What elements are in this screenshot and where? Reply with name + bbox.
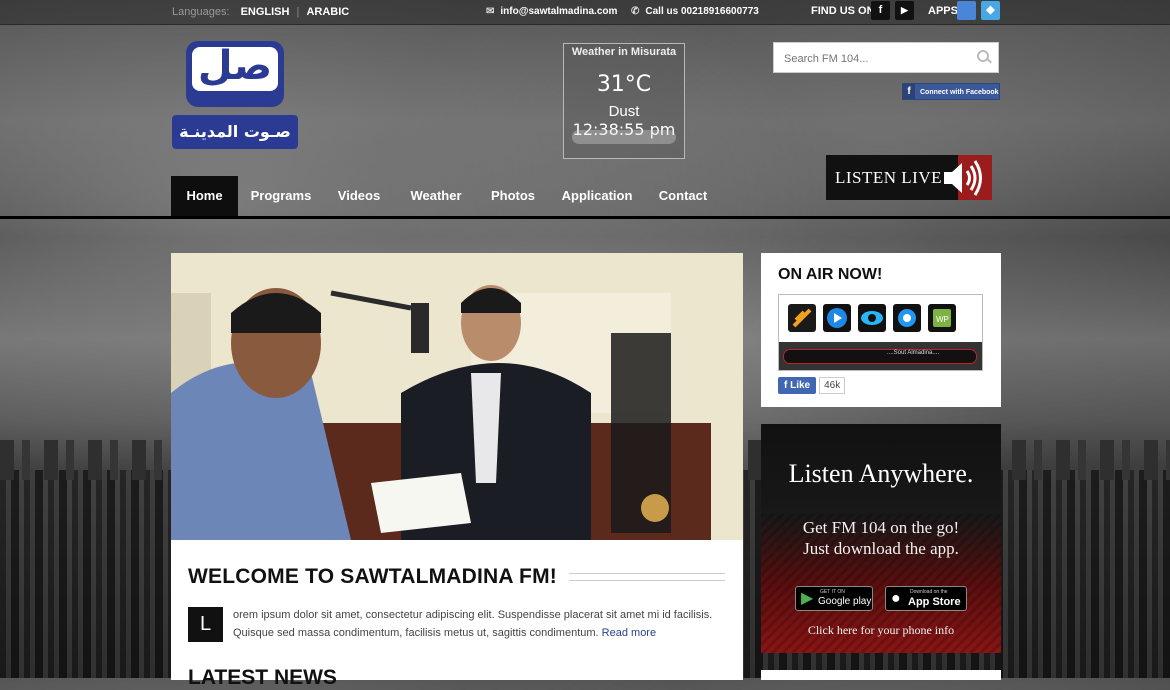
search-box: [773, 42, 999, 73]
winamp-icon[interactable]: [788, 304, 816, 332]
listen-anywhere-heading: Listen Anywhere.: [788, 459, 974, 488]
apple-icon[interactable]: [957, 1, 976, 20]
app-store-small: Download on the: [910, 589, 948, 595]
facebook-like: f Like 46k: [778, 377, 846, 396]
facebook-connect-label: Connect with Facebook: [920, 89, 999, 96]
like-button[interactable]: f Like: [778, 377, 817, 394]
main-nav: Home Programs Videos Weather Photos Appl…: [0, 176, 1170, 219]
nav-videos[interactable]: Videos: [327, 176, 391, 216]
google-play-icon: ▶: [801, 590, 814, 607]
lang-separator: |: [296, 6, 300, 18]
facebook-connect-button[interactable]: f Connect with Facebook: [902, 83, 1000, 100]
nav-application[interactable]: Application: [555, 176, 639, 216]
on-air-widget: ON AIR NOW! WP ....Sout Almadina.... f L: [761, 253, 1001, 407]
phone-text: Call us 00218916600773: [645, 6, 759, 17]
weather-temperature: 31°C: [596, 72, 652, 97]
title-divider: [569, 573, 725, 581]
search-input[interactable]: [782, 44, 976, 73]
facebook-icon[interactable]: f: [871, 1, 890, 20]
svg-text:WP: WP: [936, 315, 949, 324]
player-control-strip[interactable]: [783, 349, 977, 364]
envelope-icon: ✉: [486, 6, 495, 17]
phone-info: ✆ Call us 00218916600773: [631, 6, 759, 17]
language-switcher: Languages: ENGLISH | ARABIC: [172, 6, 349, 18]
nav-weather[interactable]: Weather: [401, 176, 471, 216]
lang-arabic-link[interactable]: ARABIC: [306, 6, 349, 18]
weather-title: Weather in Misurata: [571, 46, 677, 58]
studio-photo: [171, 253, 743, 540]
facebook-icon: f: [903, 84, 915, 99]
player-bar: ....Sout Almadina....: [779, 342, 982, 370]
like-label: Like: [790, 380, 811, 391]
nav-contact[interactable]: Contact: [651, 176, 715, 216]
top-bar: Languages: ENGLISH | ARABIC ✉ info@sawtal…: [0, 0, 1170, 25]
radio-player: WP ....Sout Almadina....: [778, 294, 983, 371]
find-us-label: FIND US ON: [811, 5, 875, 17]
google-play-label: Google play: [818, 596, 872, 607]
lang-english-link[interactable]: ENGLISH: [241, 6, 290, 18]
nav-photos[interactable]: Photos: [481, 176, 545, 216]
player-station-name: ....Sout Almadina....: [887, 350, 940, 356]
logo-wordmark: صـوت المدينـة: [172, 115, 298, 149]
email-link[interactable]: ✉ info@sawtalmadina.com: [486, 6, 617, 17]
logo-glyph: صل: [197, 43, 273, 89]
like-count: 46k: [819, 377, 846, 394]
android-icon[interactable]: ◆: [981, 1, 1000, 20]
app-store-label: App Store: [908, 596, 961, 608]
listen-anywhere-subtitle: Get FM 104 on the go! Just download the …: [761, 517, 1001, 559]
drop-cap: L: [188, 607, 223, 642]
search-icon[interactable]: [977, 50, 989, 62]
real-player-icon[interactable]: [858, 304, 886, 332]
google-play-button[interactable]: ▶ GET IT ON Google play: [795, 586, 873, 611]
logo-mark: صل: [186, 41, 284, 107]
welcome-title: WELCOME TO SAWTALMADINA FM!: [188, 565, 557, 588]
nav-home[interactable]: Home: [171, 176, 238, 216]
phone-info-link[interactable]: Click here for your phone info: [761, 623, 1001, 638]
welcome-section: WELCOME TO SAWTALMADINA FM! L orem ipsum…: [171, 540, 743, 689]
welcome-body: orem ipsum dolor sit amet, consectetur a…: [233, 606, 713, 642]
nav-programs[interactable]: Programs: [243, 176, 319, 216]
google-play-small: GET IT ON: [820, 589, 845, 595]
media-player-icon[interactable]: [823, 304, 851, 332]
quicktime-icon[interactable]: [893, 304, 921, 332]
site-logo[interactable]: صل صـوت المدينـة: [172, 41, 298, 149]
subtitle-line-1: Get FM 104 on the go!: [802, 518, 960, 537]
next-widget-edge: [761, 670, 1001, 680]
languages-label: Languages:: [172, 6, 230, 18]
subtitle-line-2: Just download the app.: [803, 539, 959, 558]
web-player-icon[interactable]: WP: [928, 304, 956, 332]
read-more-link[interactable]: Read more: [602, 627, 656, 639]
youtube-icon[interactable]: ▶: [895, 1, 914, 20]
on-air-title: ON AIR NOW!: [778, 266, 883, 283]
hero-photo[interactable]: [171, 253, 743, 540]
email-text: info@sawtalmadina.com: [500, 6, 618, 17]
latest-news-heading: LATEST NEWS: [188, 666, 337, 689]
weather-widget: Weather in Misurata 31°C Dust 12:38:55 p…: [563, 43, 685, 159]
apps-label: APPS: [928, 5, 958, 17]
listen-anywhere-banner[interactable]: Listen Anywhere. Get FM 104 on the go! J…: [761, 424, 1001, 653]
phone-icon: ✆: [631, 6, 640, 17]
weather-condition: Dust: [608, 103, 640, 120]
app-store-button[interactable]: ● Download on the App Store: [885, 586, 967, 611]
cloud-icon: [572, 130, 676, 144]
apple-icon: ●: [891, 590, 901, 607]
